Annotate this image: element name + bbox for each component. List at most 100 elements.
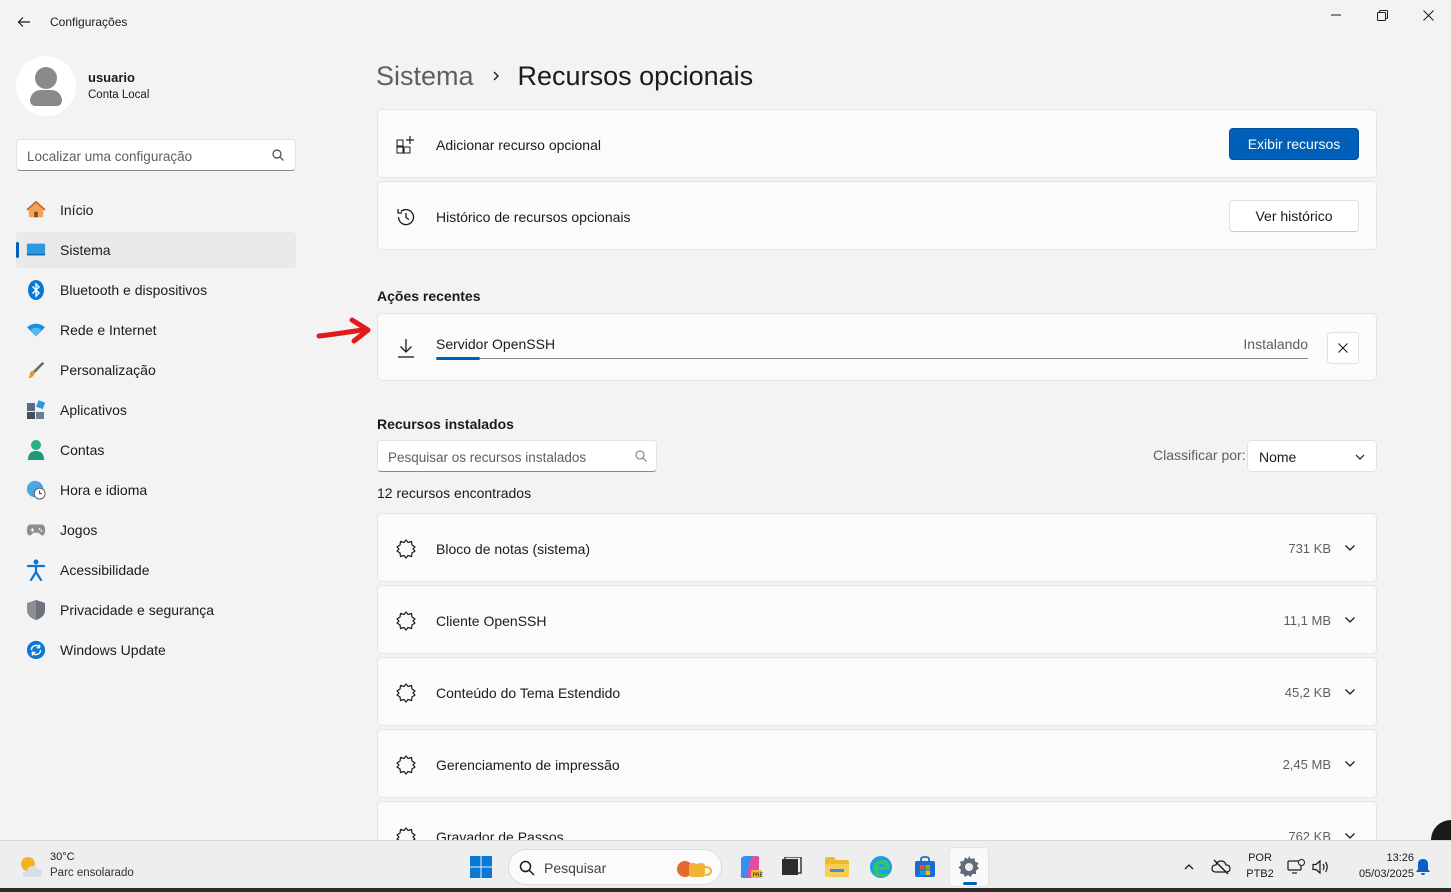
weather-widget[interactable]: 30°C Parc ensolarado [16,849,176,885]
back-button[interactable] [12,10,36,34]
edge-button[interactable] [861,847,901,887]
sidebar-item-inicio[interactable]: Início [16,192,296,228]
close-icon [1422,9,1434,21]
taskbar-bottom-edge [0,888,1451,892]
store-icon [915,856,935,877]
sidebar-item-rede[interactable]: Rede e Internet [16,312,296,348]
home-icon [26,200,46,220]
sidebar-item-acessibilidade[interactable]: Acessibilidade [16,552,296,588]
volume-button[interactable] [1310,853,1332,881]
sidebar-item-label: Aplicativos [60,402,127,418]
sidebar-item-privacidade[interactable]: Privacidade e segurança [16,592,296,628]
sidebar-item-contas[interactable]: Contas [16,432,296,468]
sidebar-item-label: Jogos [60,522,98,538]
sidebar-item-bluetooth[interactable]: Bluetooth e dispositivos [16,272,296,308]
start-button[interactable] [461,847,501,887]
gear-icon [958,856,979,877]
breadcrumb-parent[interactable]: Sistema [376,61,474,92]
history-label: Histórico de recursos opcionais [436,209,631,225]
edge-icon [870,856,892,878]
search-icon [272,149,284,161]
sidebar-item-jogos[interactable]: Jogos [16,512,296,548]
clock[interactable]: 13:26 05/03/2025 [1340,850,1414,882]
feature-name: Conteúdo do Tema Estendido [436,685,621,701]
installed-search-input[interactable] [388,447,628,467]
network-button[interactable] [1286,853,1306,881]
puzzle-gear-icon [395,538,417,560]
results-count: 12 recursos encontrados [377,485,532,501]
input-language-button[interactable]: POR PTB2 [1242,850,1278,882]
person-icon [26,440,46,460]
sidebar-item-sistema[interactable]: Sistema [16,232,296,268]
minimize-icon [1331,14,1341,16]
update-icon [26,640,46,660]
add-feature-card: Adicionar recurso opcional Exibir recurs… [377,109,1377,178]
expand-button[interactable] [1338,536,1362,560]
feature-name: Bloco de notas (sistema) [436,541,591,557]
settings-search-input[interactable] [27,146,267,166]
search-icon [635,450,647,462]
sort-value: Nome [1259,449,1297,465]
user-profile[interactable]: usuario Conta Local [16,56,296,116]
cancel-install-button[interactable] [1327,332,1359,364]
store-button[interactable] [905,847,945,887]
globe-clock-icon [26,480,46,500]
expand-button[interactable] [1338,752,1362,776]
terminal-icon [782,857,802,875]
sidebar-item-windows-update[interactable]: Windows Update [16,632,296,668]
sidebar-item-label: Personalização [60,362,156,378]
feature-row[interactable]: Gerenciamento de impressão 2,45 MB [377,729,1377,798]
onedrive-status-button[interactable] [1210,853,1232,881]
title-bar: Configurações [0,0,1451,44]
chevron-down-icon [1345,545,1355,551]
arrow-left-icon [17,17,30,27]
sidebar-item-label: Sistema [60,242,111,258]
feature-row[interactable]: Conteúdo do Tema Estendido 45,2 KB [377,657,1377,726]
sidebar-item-label: Bluetooth e dispositivos [60,282,208,298]
feature-row[interactable]: Bloco de notas (sistema) 731 KB [377,513,1377,582]
weather-temp: 30°C [50,851,75,863]
taskbar-search[interactable]: Pesquisar [508,849,722,885]
add-apps-icon [395,134,417,156]
sidebar-item-label: Acessibilidade [60,562,150,578]
recent-actions-title: Ações recentes [377,288,481,304]
sort-dropdown[interactable]: Nome [1247,440,1377,472]
weather-desc: Parc ensolarado [50,867,134,879]
feature-name: Gerenciamento de impressão [436,757,620,773]
settings-taskbar-button[interactable] [949,847,989,887]
minimize-button[interactable] [1313,0,1359,30]
sidebar-item-label: Contas [60,442,105,458]
avatar [16,56,76,116]
view-features-button[interactable]: Exibir recursos [1229,128,1359,160]
feature-size: 45,2 KB [1284,685,1331,700]
svg-text:PRE: PRE [753,873,764,879]
terminal-button[interactable] [771,847,811,887]
chevron-right-icon [493,71,499,81]
show-hidden-icons-button[interactable] [1180,853,1198,881]
notifications-button[interactable] [1414,853,1432,881]
expand-button[interactable] [1338,680,1362,704]
expand-button[interactable] [1338,608,1362,632]
app-title: Configurações [50,15,128,29]
sidebar-item-aplicativos[interactable]: Aplicativos [16,392,296,428]
copilot-button[interactable]: PRE [730,847,770,887]
search-icon [519,860,535,876]
close-button[interactable] [1405,0,1451,30]
file-explorer-button[interactable] [817,847,857,887]
taskbar-search-label: Pesquisar [544,860,607,876]
user-name: usuario [88,70,135,85]
account-type: Conta Local [88,89,150,101]
apps-icon [26,400,46,420]
network-status-icon [1287,859,1305,874]
accessibility-icon [26,559,46,581]
sidebar-item-hora[interactable]: Hora e idioma [16,472,296,508]
view-history-button[interactable]: Ver histórico [1229,200,1359,232]
restore-button[interactable] [1359,0,1405,30]
sidebar-item-personalizacao[interactable]: Personalização [16,352,296,388]
chevron-down-icon [1345,689,1355,695]
page-title: Recursos opcionais [517,60,754,91]
feature-row[interactable]: Cliente OpenSSH 11,1 MB [377,585,1377,654]
monitor-icon [26,240,46,260]
install-progress-fill [436,357,480,360]
puzzle-gear-icon [395,610,417,632]
